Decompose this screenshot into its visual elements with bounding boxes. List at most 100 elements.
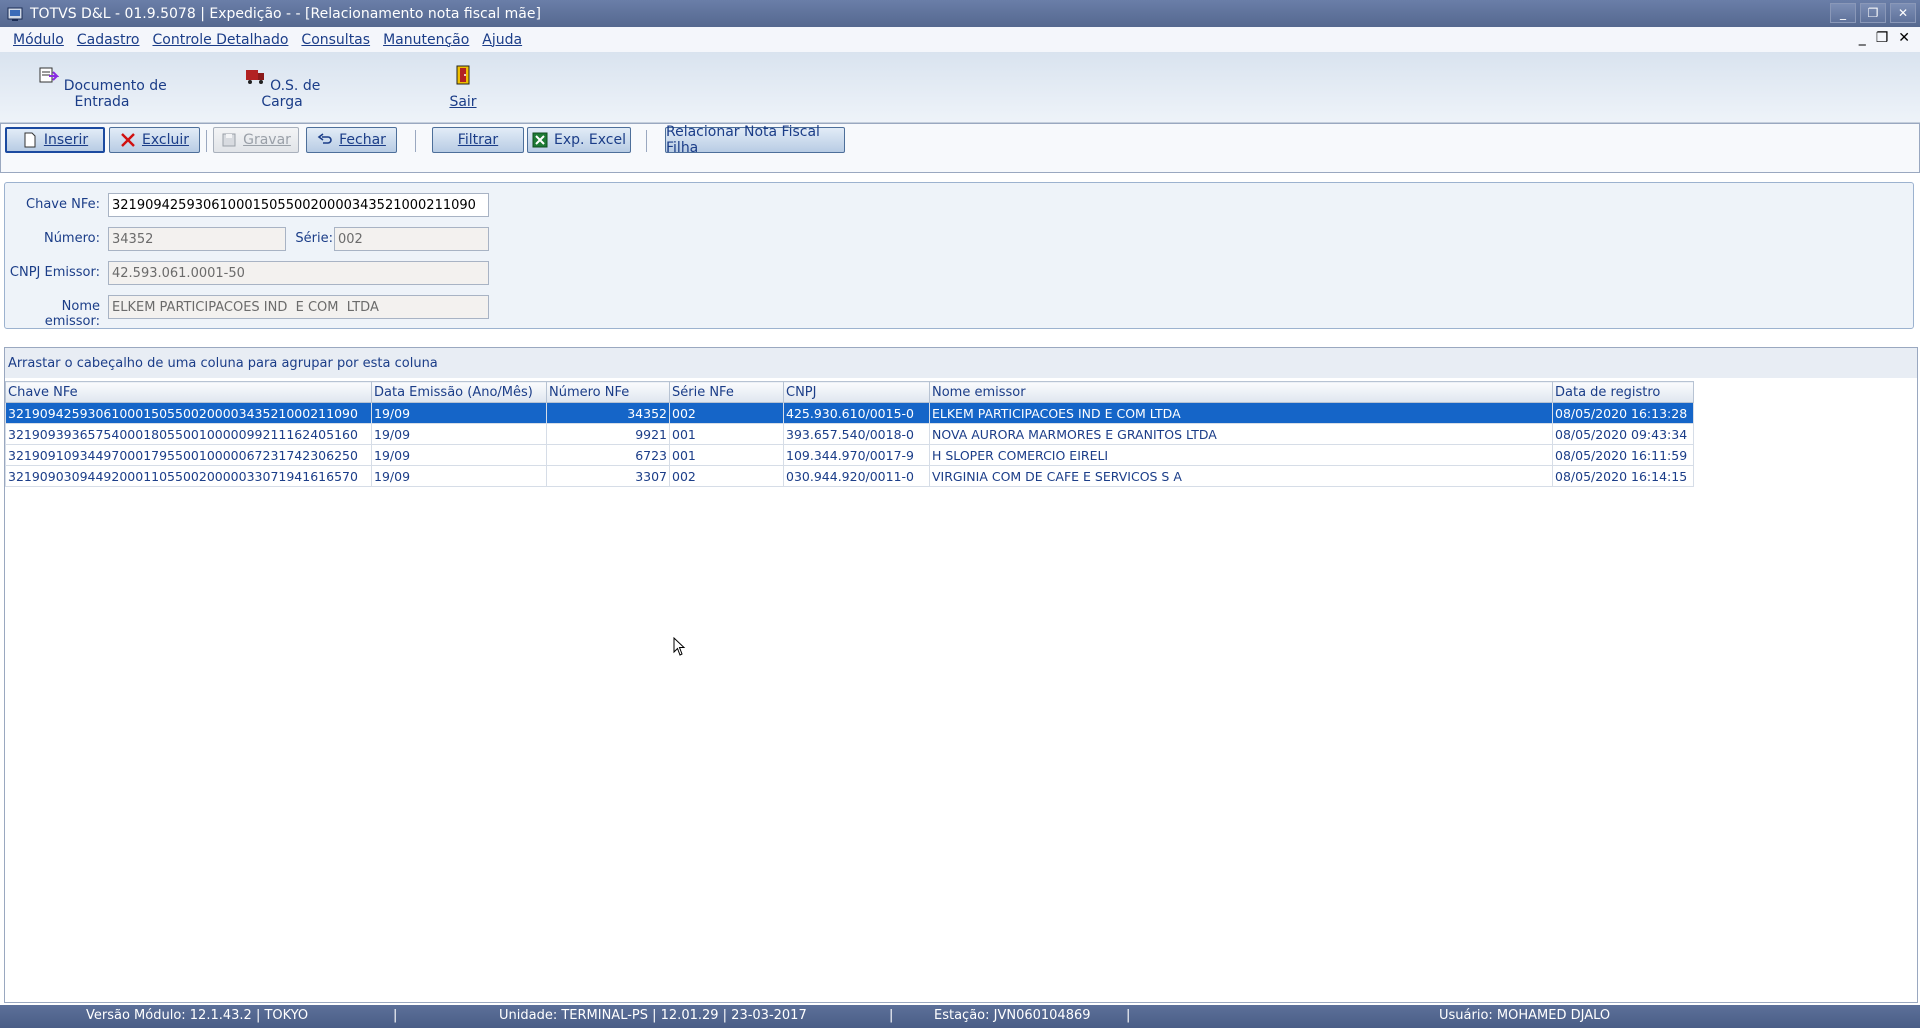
- menu-consultas[interactable]: Consultas: [301, 32, 370, 48]
- cell-nome: H SLOPER COMERCIO EIRELI: [929, 444, 1553, 466]
- close-form-label: Fechar: [339, 132, 386, 148]
- cell-serie: 002: [669, 402, 784, 424]
- table-header-row: Chave NFe Data Emissão (Ano/Mês) Número …: [5, 381, 1694, 403]
- excel-icon: [532, 132, 548, 148]
- cnpj-emissor-input[interactable]: [108, 261, 489, 285]
- group-by-area[interactable]: Arrastar o cabeçalho de uma coluna para …: [5, 348, 1917, 378]
- nome-emissor-input[interactable]: [108, 295, 489, 319]
- cell-data-registro: 08/05/2020 09:43:34: [1552, 423, 1694, 445]
- document-entry-button[interactable]: Documento de Entrada: [32, 64, 172, 110]
- toolbar-separator: [646, 130, 647, 152]
- cell-nome: VIRGINIA COM DE CAFE E SERVICOS S A: [929, 465, 1553, 487]
- insert-button[interactable]: Inserir: [5, 127, 105, 153]
- cell-nome: NOVA AURORA MARMORES E GRANITOS LTDA: [929, 423, 1553, 445]
- status-estacao: Estação: JVN060104869: [934, 1008, 1091, 1023]
- cell-serie: 001: [669, 423, 784, 445]
- mdi-minimize-button[interactable]: _: [1859, 30, 1866, 46]
- menu-controle-detalhado[interactable]: Controle Detalhado: [152, 32, 288, 48]
- toolbar-separator: [415, 130, 416, 152]
- table-row[interactable]: 3219093936575400018055001000009921116240…: [5, 423, 1694, 445]
- chave-label: Chave NFe:: [26, 197, 100, 212]
- serie-input[interactable]: [334, 227, 489, 251]
- cell-data-emissao: 19/09: [371, 465, 547, 487]
- status-bar: Versão Módulo: 12.1.43.2 | TOKYO | Unida…: [0, 1005, 1920, 1028]
- exit-label: Sair: [449, 94, 477, 110]
- delete-x-icon: [121, 133, 135, 147]
- col-header-data-registro[interactable]: Data de registro: [1552, 381, 1694, 403]
- cell-data-emissao: 19/09: [371, 444, 547, 466]
- cell-cnpj: 393.657.540/0018-0: [783, 423, 930, 445]
- menu-manutencao[interactable]: Manutenção: [383, 32, 469, 48]
- cell-nome: ELKEM PARTICIPACOES IND E COM LTDA: [929, 402, 1553, 424]
- cell-data-emissao: 19/09: [371, 423, 547, 445]
- menu-ajuda[interactable]: Ajuda: [482, 32, 522, 48]
- new-document-icon: [24, 132, 36, 148]
- cargo-os-button[interactable]: O.S. de Carga: [232, 64, 332, 110]
- invoice-form: Chave NFe: Número: Série: CNPJ Emissor: …: [4, 182, 1914, 329]
- save-button[interactable]: Gravar: [213, 127, 299, 153]
- menu-cadastro[interactable]: Cadastro: [77, 32, 140, 48]
- menu-modulo[interactable]: Módulo: [13, 32, 64, 48]
- table-row[interactable]: 3219091093449700017955001000006723174230…: [5, 444, 1694, 466]
- numero-input[interactable]: [108, 227, 286, 251]
- col-header-nome[interactable]: Nome emissor: [929, 381, 1553, 403]
- col-header-cnpj[interactable]: CNPJ: [783, 381, 930, 403]
- export-excel-button[interactable]: Exp. Excel: [527, 127, 631, 153]
- col-header-data-emissao[interactable]: Data Emissão (Ano/Mês): [371, 381, 547, 403]
- restore-button[interactable]: ❐: [1860, 3, 1886, 23]
- chave-nfe-input[interactable]: [108, 193, 489, 217]
- cell-cnpj: 109.344.970/0017-9: [783, 444, 930, 466]
- status-separator: |: [889, 1008, 894, 1023]
- col-header-numero[interactable]: Número NFe: [546, 381, 670, 403]
- window-title: TOTVS D&L - 01.9.5078 | Expedição - - [R…: [30, 5, 541, 22]
- delete-button[interactable]: Excluir: [109, 127, 200, 153]
- cell-data-emissao: 19/09: [371, 402, 547, 424]
- cell-numero: 9921: [546, 423, 670, 445]
- close-button[interactable]: ✕: [1890, 3, 1916, 23]
- status-unidade: Unidade: TERMINAL-PS | 12.01.29 | 23-03-…: [499, 1008, 807, 1023]
- cell-chave: 3219093936575400018055001000009921116240…: [5, 423, 372, 445]
- invoice-table: Chave NFe Data Emissão (Ano/Mês) Número …: [5, 381, 1694, 487]
- document-entry-label: Documento de Entrada: [63, 78, 167, 110]
- cell-data-registro: 08/05/2020 16:14:15: [1552, 465, 1694, 487]
- relate-child-invoice-label: Relacionar Nota Fiscal Filha: [666, 124, 820, 156]
- cargo-os-label: O.S. de Carga: [261, 78, 321, 110]
- status-separator: |: [393, 1008, 398, 1023]
- filter-label: Filtrar: [457, 132, 499, 148]
- title-bar: TOTVS D&L - 01.9.5078 | Expedição - - [R…: [0, 0, 1920, 27]
- cell-cnpj: 030.944.920/0011-0: [783, 465, 930, 487]
- mouse-cursor-icon: [673, 637, 686, 656]
- export-excel-label: Exp. Excel: [553, 132, 626, 148]
- cell-numero: 3307: [546, 465, 670, 487]
- col-header-serie[interactable]: Série NFe: [669, 381, 784, 403]
- cell-numero: 34352: [546, 402, 670, 424]
- mdi-restore-button[interactable]: ❐: [1876, 30, 1889, 46]
- exit-button[interactable]: Sair: [443, 64, 483, 110]
- document-entry-icon: [39, 67, 60, 83]
- exit-door-icon: [456, 65, 470, 85]
- serie-label: Série:: [295, 231, 333, 246]
- numero-label: Número:: [43, 231, 100, 246]
- col-header-chave[interactable]: Chave NFe: [5, 381, 372, 403]
- cell-cnpj: 425.930.610/0015-0: [783, 402, 930, 424]
- insert-label: Inserir: [43, 132, 89, 148]
- cell-chave: 3219091093449700017955001000006723174230…: [5, 444, 372, 466]
- undo-arrow-icon: [317, 133, 332, 144]
- shortcut-toolbar: Documento de Entrada O.S. de Carga Sair: [0, 52, 1920, 123]
- minimize-button[interactable]: _: [1830, 3, 1856, 23]
- filter-button[interactable]: Filtrar: [432, 127, 524, 153]
- mdi-close-button[interactable]: ✕: [1898, 30, 1910, 46]
- cell-chave: 3219094259306100015055002000034352100021…: [5, 402, 372, 424]
- table-row[interactable]: 3219094259306100015055002000034352100021…: [5, 402, 1694, 424]
- relate-child-invoice-button[interactable]: Relacionar Nota Fiscal Filha: [665, 124, 845, 156]
- status-separator: |: [1126, 1008, 1131, 1023]
- cargo-truck-icon: [245, 70, 264, 84]
- cell-numero: 6723: [546, 444, 670, 466]
- cell-chave: 3219090309449200011055002000003307194161…: [5, 465, 372, 487]
- toolbar-separator: [206, 130, 207, 152]
- close-form-button[interactable]: Fechar: [306, 127, 397, 153]
- table-row[interactable]: 3219090309449200011055002000003307194161…: [5, 465, 1694, 487]
- status-versao: Versão Módulo: 12.1.43.2 | TOKYO: [86, 1008, 309, 1023]
- menu-bar: Módulo Cadastro Controle Detalhado Consu…: [0, 27, 1920, 52]
- delete-label: Excluir: [142, 132, 189, 148]
